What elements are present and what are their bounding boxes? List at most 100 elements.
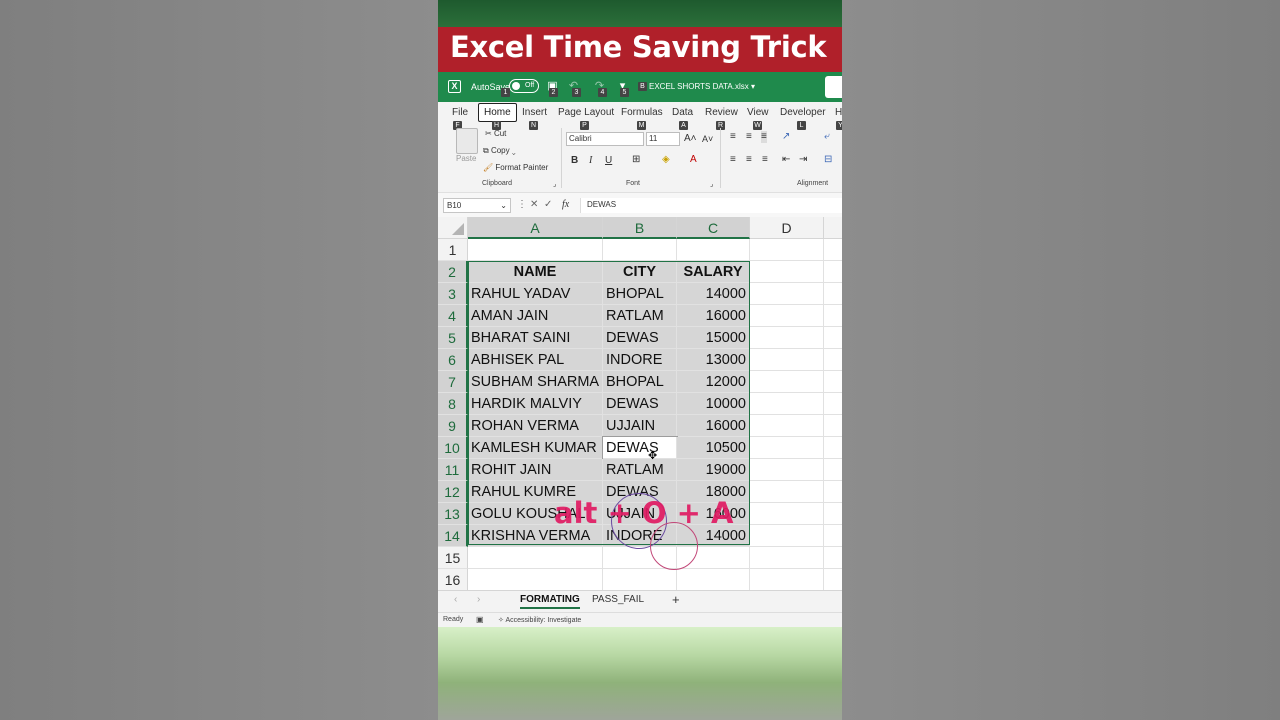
- font-color-icon[interactable]: A: [690, 154, 697, 166]
- align-right-icon[interactable]: ≡: [762, 154, 768, 166]
- cell[interactable]: [750, 459, 824, 481]
- row-header[interactable]: 12: [438, 481, 468, 503]
- row-header[interactable]: 10: [438, 437, 468, 459]
- data-cell[interactable]: BHOPAL: [603, 371, 677, 393]
- row-header[interactable]: 16: [438, 569, 468, 590]
- data-cell[interactable]: 10000: [677, 393, 750, 415]
- data-cell[interactable]: DEWAS: [603, 327, 677, 349]
- data-cell[interactable]: ROHAN VERMA: [468, 415, 603, 437]
- data-cell[interactable]: UJJAIN: [603, 415, 677, 437]
- active-cell[interactable]: DEWAS: [602, 436, 678, 460]
- cell[interactable]: [468, 569, 603, 590]
- cell[interactable]: [824, 239, 842, 261]
- data-cell[interactable]: 16000: [677, 415, 750, 437]
- data-cell[interactable]: 14000: [677, 283, 750, 305]
- align-top-icon[interactable]: ≡: [730, 131, 736, 143]
- decrease-indent-icon[interactable]: ⇤: [782, 154, 790, 166]
- cell[interactable]: [750, 349, 824, 371]
- font-size-select[interactable]: 11: [646, 132, 680, 146]
- decrease-font-icon[interactable]: A˅: [702, 133, 713, 145]
- data-cell[interactable]: KAMLESH KUMAR: [468, 437, 603, 459]
- row-header[interactable]: 3: [438, 283, 468, 305]
- cell[interactable]: [750, 569, 824, 590]
- cell[interactable]: [824, 569, 842, 590]
- data-cell[interactable]: RATLAM: [603, 459, 677, 481]
- cell[interactable]: [677, 239, 750, 261]
- cell[interactable]: [750, 481, 824, 503]
- sheet-tab-formating[interactable]: FORMATING: [520, 594, 580, 609]
- data-cell[interactable]: 12000: [677, 371, 750, 393]
- add-sheet-button[interactable]: +: [672, 592, 680, 607]
- row-header[interactable]: 9: [438, 415, 468, 437]
- tab-developer[interactable]: Developer: [780, 107, 826, 118]
- insert-function-icon[interactable]: fx: [562, 199, 569, 210]
- copy-button[interactable]: ⧉ Copy ⌄: [483, 146, 516, 156]
- row-header[interactable]: 14: [438, 525, 468, 547]
- tab-page-layout[interactable]: Page Layout: [558, 107, 614, 118]
- row-header[interactable]: 15: [438, 547, 468, 569]
- cell[interactable]: [750, 327, 824, 349]
- row-header[interactable]: 8: [438, 393, 468, 415]
- tab-home[interactable]: Home: [478, 103, 517, 122]
- align-middle-icon[interactable]: ≡: [746, 131, 752, 143]
- data-cell[interactable]: HARDIK MALVIY: [468, 393, 603, 415]
- cell[interactable]: [824, 349, 842, 371]
- orientation-icon[interactable]: ↗: [782, 131, 790, 143]
- cancel-icon[interactable]: ✕: [530, 199, 538, 210]
- cell[interactable]: [750, 305, 824, 327]
- data-cell[interactable]: ROHIT JAIN: [468, 459, 603, 481]
- data-cell[interactable]: DEWAS: [603, 393, 677, 415]
- cell[interactable]: [824, 547, 842, 569]
- cell[interactable]: [750, 239, 824, 261]
- align-center-icon[interactable]: ≡: [746, 154, 752, 166]
- font-name-select[interactable]: Calibri: [566, 132, 644, 146]
- row-header[interactable]: 6: [438, 349, 468, 371]
- align-bottom-icon[interactable]: ≡: [761, 131, 767, 143]
- cell[interactable]: [824, 415, 842, 437]
- row-header[interactable]: 4: [438, 305, 468, 327]
- file-name[interactable]: EXCEL SHORTS DATA.xlsx ▾: [649, 82, 755, 91]
- cell[interactable]: [824, 261, 842, 283]
- bold-button[interactable]: B: [571, 155, 578, 167]
- fill-color-icon[interactable]: ◈: [662, 154, 670, 166]
- cell[interactable]: [824, 459, 842, 481]
- cell[interactable]: [824, 371, 842, 393]
- font-launcher-icon[interactable]: ⌟: [710, 180, 713, 188]
- cell[interactable]: [824, 327, 842, 349]
- data-cell[interactable]: 15000: [677, 327, 750, 349]
- borders-icon[interactable]: ⊞: [632, 154, 640, 166]
- increase-indent-icon[interactable]: ⇥: [799, 154, 807, 166]
- merge-center-icon[interactable]: ⊟: [824, 154, 832, 166]
- next-sheet-button[interactable]: ›: [477, 594, 480, 605]
- column-header-a[interactable]: A: [468, 217, 603, 239]
- data-cell[interactable]: 13000: [677, 349, 750, 371]
- cell[interactable]: [750, 547, 824, 569]
- clipboard-launcher-icon[interactable]: ⌟: [553, 180, 556, 188]
- data-cell[interactable]: ABHISEK PAL: [468, 349, 603, 371]
- row-header[interactable]: 5: [438, 327, 468, 349]
- row-header[interactable]: 11: [438, 459, 468, 481]
- data-cell[interactable]: BHOPAL: [603, 283, 677, 305]
- column-title-cell[interactable]: SALARY: [677, 261, 750, 283]
- underline-button[interactable]: U: [605, 155, 612, 167]
- formula-input[interactable]: DEWAS: [580, 198, 842, 213]
- cell[interactable]: [750, 503, 824, 525]
- autosave-toggle[interactable]: Off: [509, 79, 539, 93]
- share-button[interactable]: [825, 76, 842, 98]
- data-cell[interactable]: 16000: [677, 305, 750, 327]
- enter-icon[interactable]: ✓: [544, 199, 552, 210]
- name-box[interactable]: B10 ⌄: [443, 198, 511, 213]
- cell[interactable]: [750, 261, 824, 283]
- format-painter-button[interactable]: 🖌 Format Painter: [483, 163, 548, 172]
- cell[interactable]: [603, 569, 677, 590]
- macro-record-icon[interactable]: ▣: [476, 615, 484, 624]
- tab-file[interactable]: File: [452, 107, 468, 118]
- cell[interactable]: [750, 371, 824, 393]
- sheet-tab-pass-fail[interactable]: PASS_FAIL: [592, 594, 644, 605]
- tab-insert[interactable]: Insert: [522, 107, 547, 118]
- cell[interactable]: [750, 283, 824, 305]
- data-cell[interactable]: 19000: [677, 459, 750, 481]
- wrap-text-icon[interactable]: ⤶: [824, 131, 830, 143]
- data-cell[interactable]: AMAN JAIN: [468, 305, 603, 327]
- cell[interactable]: [750, 525, 824, 547]
